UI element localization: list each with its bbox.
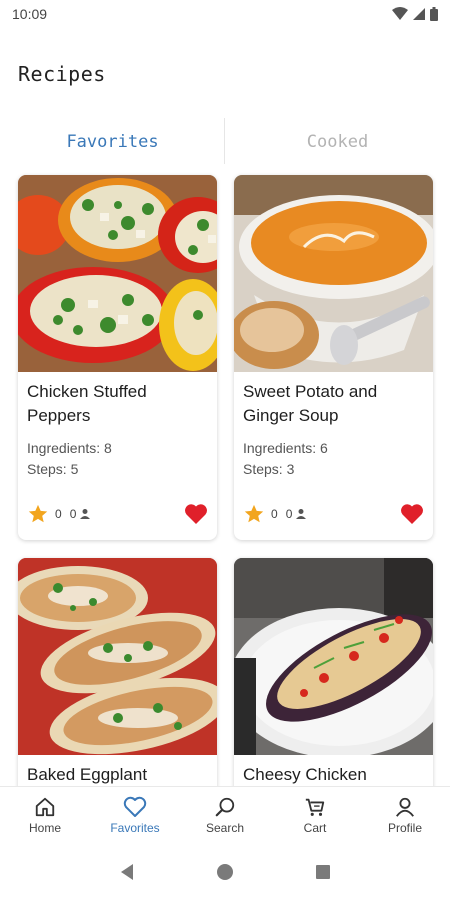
rating-count: 0	[55, 507, 62, 521]
status-time: 10:09	[12, 6, 48, 22]
nav-home[interactable]: Home	[0, 787, 90, 844]
back-icon[interactable]	[119, 863, 135, 881]
tab-favorites[interactable]: Favorites	[0, 118, 225, 166]
nav-profile[interactable]: Profile	[360, 787, 450, 844]
nav-favorites-label: Favorites	[110, 821, 160, 835]
wifi-icon	[392, 7, 408, 20]
nav-favorites[interactable]: Favorites	[90, 787, 180, 844]
nav-search-label: Search	[205, 821, 245, 835]
rating-count: 0	[271, 507, 278, 521]
heart-outline-icon	[123, 796, 147, 817]
recipe-photo-stuffed-peppers	[18, 175, 217, 372]
home-circle-icon[interactable]	[216, 863, 234, 881]
recipe-card[interactable]: Cheesy Chicken	[234, 558, 433, 798]
nav-home-label: Home	[28, 821, 61, 835]
system-navigation	[0, 844, 450, 900]
person-icon	[296, 509, 307, 519]
status-icons	[392, 7, 438, 21]
cooks-count: 0	[285, 507, 293, 521]
nav-cart[interactable]: Cart	[270, 787, 360, 844]
signal-icon	[413, 8, 425, 20]
recipe-photo-sweet-potato-soup	[234, 175, 433, 372]
recipe-steps: Steps: 3	[243, 461, 295, 477]
recipe-photo-baked-eggplant	[18, 558, 217, 755]
star-icon[interactable]	[27, 503, 49, 525]
battery-icon	[430, 7, 438, 21]
tab-cooked[interactable]: Cooked	[225, 118, 450, 166]
cooks-count: 0	[69, 507, 77, 521]
recipe-photo-cheesy-chicken	[234, 558, 433, 755]
recipe-title: Sweet Potato and Ginger Soup	[243, 382, 378, 425]
tab-bar: Favorites Cooked	[0, 118, 450, 166]
recipe-footer: 0 0	[243, 502, 424, 526]
recipe-ingredients: Ingredients: 6	[243, 440, 328, 456]
tab-divider	[224, 118, 225, 164]
recipe-card[interactable]: Sweet Potato and Ginger Soup Ingredients…	[234, 175, 433, 540]
recipe-footer: 0 0	[27, 502, 208, 526]
person-icon	[80, 509, 91, 519]
recipe-steps: Steps: 5	[27, 461, 79, 477]
nav-cart-label: Cart	[303, 821, 327, 835]
favorite-heart-icon[interactable]	[184, 503, 208, 525]
page-title: Recipes	[18, 62, 106, 86]
recipe-title: Chicken Stuffed Peppers	[27, 382, 147, 425]
person-icon	[396, 797, 414, 817]
recipe-ingredients: Ingredients: 8	[27, 440, 112, 456]
favorite-heart-icon[interactable]	[400, 503, 424, 525]
status-bar: 10:09	[0, 0, 450, 28]
search-icon	[215, 797, 235, 817]
recipe-card[interactable]: Chicken Stuffed Peppers Ingredients: 8 S…	[18, 175, 217, 540]
recents-icon[interactable]	[315, 864, 331, 880]
home-icon	[35, 797, 55, 817]
cart-icon	[305, 798, 325, 816]
recipe-card[interactable]: Baked Eggplant	[18, 558, 217, 798]
nav-search[interactable]: Search	[180, 787, 270, 844]
bottom-navigation: Home Favorites Search Cart Profile	[0, 786, 450, 844]
star-icon[interactable]	[243, 503, 265, 525]
nav-profile-label: Profile	[387, 821, 422, 835]
